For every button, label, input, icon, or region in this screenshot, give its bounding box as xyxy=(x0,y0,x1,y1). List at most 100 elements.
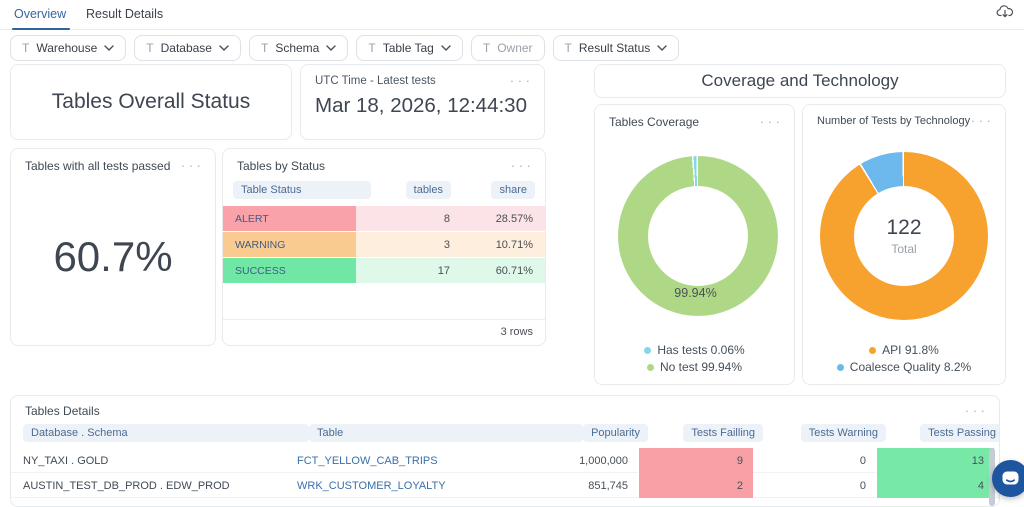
coverage-slice-label: 99.94% xyxy=(595,286,796,300)
database-schema-cell: NY_TAXI . GOLD xyxy=(11,448,297,473)
table-row[interactable]: AUSTIN_TEST_DB_PROD . EDW_PROD WRK_CUSTO… xyxy=(11,473,999,498)
donut-hole: 122 Total xyxy=(854,186,954,286)
more-menu-icon[interactable] xyxy=(760,117,780,127)
dashboard: Overview Result Details T Warehouse T Da… xyxy=(0,0,1024,507)
status-share-value: 60.71% xyxy=(462,258,545,283)
filter-schema[interactable]: T Schema xyxy=(249,35,348,61)
cloud-download-icon[interactable] xyxy=(996,4,1014,20)
card-tests-by-technology: Number of Tests by Technology 122 Total … xyxy=(802,104,1006,385)
tab-overview[interactable]: Overview xyxy=(14,7,66,21)
legend-item[interactable]: No test 99.94% xyxy=(647,360,742,374)
technology-legend: API 91.8% Coalesce Quality 8.2% xyxy=(803,343,1005,374)
status-label: ALERT xyxy=(223,206,356,231)
utc-time-value: Mar 18, 2026, 12:44:30 xyxy=(301,87,544,118)
legend-dot xyxy=(647,364,654,371)
column-header-database-schema[interactable]: Database . Schema xyxy=(23,424,309,442)
column-header-tests-passing[interactable]: Tests Passing xyxy=(920,424,1000,442)
status-share-value: 10.71% xyxy=(462,232,545,257)
filter-table-tag-label: Table Tag xyxy=(383,41,434,55)
more-menu-icon[interactable] xyxy=(181,161,201,171)
chevron-down-icon xyxy=(657,45,667,51)
row-count-label: 3 rows xyxy=(223,319,545,345)
text-filter-icon: T xyxy=(565,41,572,55)
status-row-success[interactable]: SUCCESS 17 60.71% xyxy=(223,258,545,283)
tables-coverage-title: Tables Coverage xyxy=(609,115,699,129)
popularity-cell: 1,000,000 xyxy=(571,448,638,473)
tests-by-technology-title: Number of Tests by Technology xyxy=(817,115,970,127)
active-tab-underline xyxy=(12,28,70,30)
legend-label: Has tests 0.06% xyxy=(657,343,744,357)
column-header-table[interactable]: Table xyxy=(309,424,583,442)
status-label: WARNING xyxy=(223,232,356,257)
card-coverage-and-technology-header: Coverage and Technology xyxy=(594,64,1006,98)
database-schema-cell: AUSTIN_TEST_DB_PROD . EDW_PROD xyxy=(11,473,297,498)
total-tests-label: Total xyxy=(891,242,916,256)
status-row-warning[interactable]: WARNING 3 10.71% xyxy=(223,232,545,257)
status-tables-value: 8 xyxy=(356,206,462,231)
filter-table-tag[interactable]: T Table Tag xyxy=(356,35,463,61)
status-row-alert[interactable]: ALERT 8 28.57% xyxy=(223,206,545,231)
tables-by-status-title: Tables by Status xyxy=(237,159,325,173)
filter-bar: T Warehouse T Database T Schema T Table … xyxy=(10,35,679,61)
card-tests-passed: Tables with all tests passed 60.7% xyxy=(10,148,216,346)
card-tables-by-status: Tables by Status Table Status tables sha… xyxy=(222,148,546,346)
tests-passing-cell: 4 xyxy=(876,473,994,498)
column-header-tables[interactable]: tables xyxy=(406,181,451,199)
chat-launcher-button[interactable] xyxy=(992,460,1024,497)
filter-warehouse[interactable]: T Warehouse xyxy=(10,35,126,61)
text-filter-icon: T xyxy=(146,41,153,55)
filter-result-status[interactable]: T Result Status xyxy=(553,35,680,61)
filter-warehouse-label: Warehouse xyxy=(36,41,97,55)
chevron-down-icon xyxy=(326,45,336,51)
filter-schema-label: Schema xyxy=(275,41,319,55)
legend-dot xyxy=(837,364,844,371)
table-link[interactable]: WRK_CUSTOMER_LOYALTY xyxy=(297,473,571,498)
filter-owner[interactable]: T Owner xyxy=(471,35,545,61)
status-share-value: 28.57% xyxy=(462,206,545,231)
more-menu-icon[interactable] xyxy=(511,161,531,171)
column-header-popularity[interactable]: Popularity xyxy=(583,424,648,442)
tab-result-details[interactable]: Result Details xyxy=(86,7,163,21)
tables-details-header: Database . Schema Table Popularity Tests… xyxy=(11,418,999,448)
filter-result-status-label: Result Status xyxy=(579,41,650,55)
legend-label: No test 99.94% xyxy=(660,360,742,374)
legend-label: Coalesce Quality 8.2% xyxy=(850,360,971,374)
legend-item[interactable]: Coalesce Quality 8.2% xyxy=(837,360,971,374)
utc-time-title: UTC Time - Latest tests xyxy=(315,75,436,87)
card-tables-coverage: Tables Coverage 99.94% Has tests 0.06% N… xyxy=(594,104,795,385)
chat-bubble-icon xyxy=(1001,470,1020,487)
legend-item[interactable]: Has tests 0.06% xyxy=(644,343,744,357)
status-label: SUCCESS xyxy=(223,258,356,283)
card-tables-details: Tables Details Database . Schema Table P… xyxy=(10,395,1000,507)
card-tables-overall-status: Tables Overall Status xyxy=(10,64,292,140)
tests-failing-cell: 9 xyxy=(638,448,753,473)
tables-details-title: Tables Details xyxy=(25,404,100,418)
total-tests-value: 122 xyxy=(886,216,921,240)
more-menu-icon[interactable] xyxy=(965,406,985,416)
text-filter-icon: T xyxy=(22,41,29,55)
table-link[interactable]: FCT_YELLOW_CAB_TRIPS xyxy=(297,448,571,473)
tables-by-status-header: Table Status tables share xyxy=(223,173,545,206)
legend-dot xyxy=(644,347,651,354)
text-filter-icon: T xyxy=(261,41,268,55)
column-header-share[interactable]: share xyxy=(491,181,535,199)
table-row[interactable]: NY_TAXI . GOLD FCT_YELLOW_CAB_TRIPS 1,00… xyxy=(11,448,999,473)
tests-warning-cell: 0 xyxy=(753,448,876,473)
filter-database[interactable]: T Database xyxy=(134,35,241,61)
popularity-cell: 851,745 xyxy=(571,473,638,498)
coverage-legend: Has tests 0.06% No test 99.94% xyxy=(595,343,794,374)
legend-dot xyxy=(869,347,876,354)
overall-status-title: Tables Overall Status xyxy=(52,90,250,114)
column-header-table-status[interactable]: Table Status xyxy=(233,181,371,199)
column-header-tests-failing[interactable]: Tests Failling xyxy=(683,424,763,442)
more-menu-icon[interactable] xyxy=(510,76,530,86)
tests-passed-value: 60.7% xyxy=(11,233,215,281)
tests-warning-cell: 0 xyxy=(753,473,876,498)
text-filter-icon: T xyxy=(368,41,375,55)
more-menu-icon[interactable] xyxy=(971,116,991,126)
donut-hole xyxy=(648,186,748,286)
legend-item[interactable]: API 91.8% xyxy=(869,343,939,357)
column-header-tests-warning[interactable]: Tests Warning xyxy=(801,424,886,442)
filter-owner-placeholder: Owner xyxy=(497,41,532,55)
status-tables-value: 17 xyxy=(356,258,462,283)
